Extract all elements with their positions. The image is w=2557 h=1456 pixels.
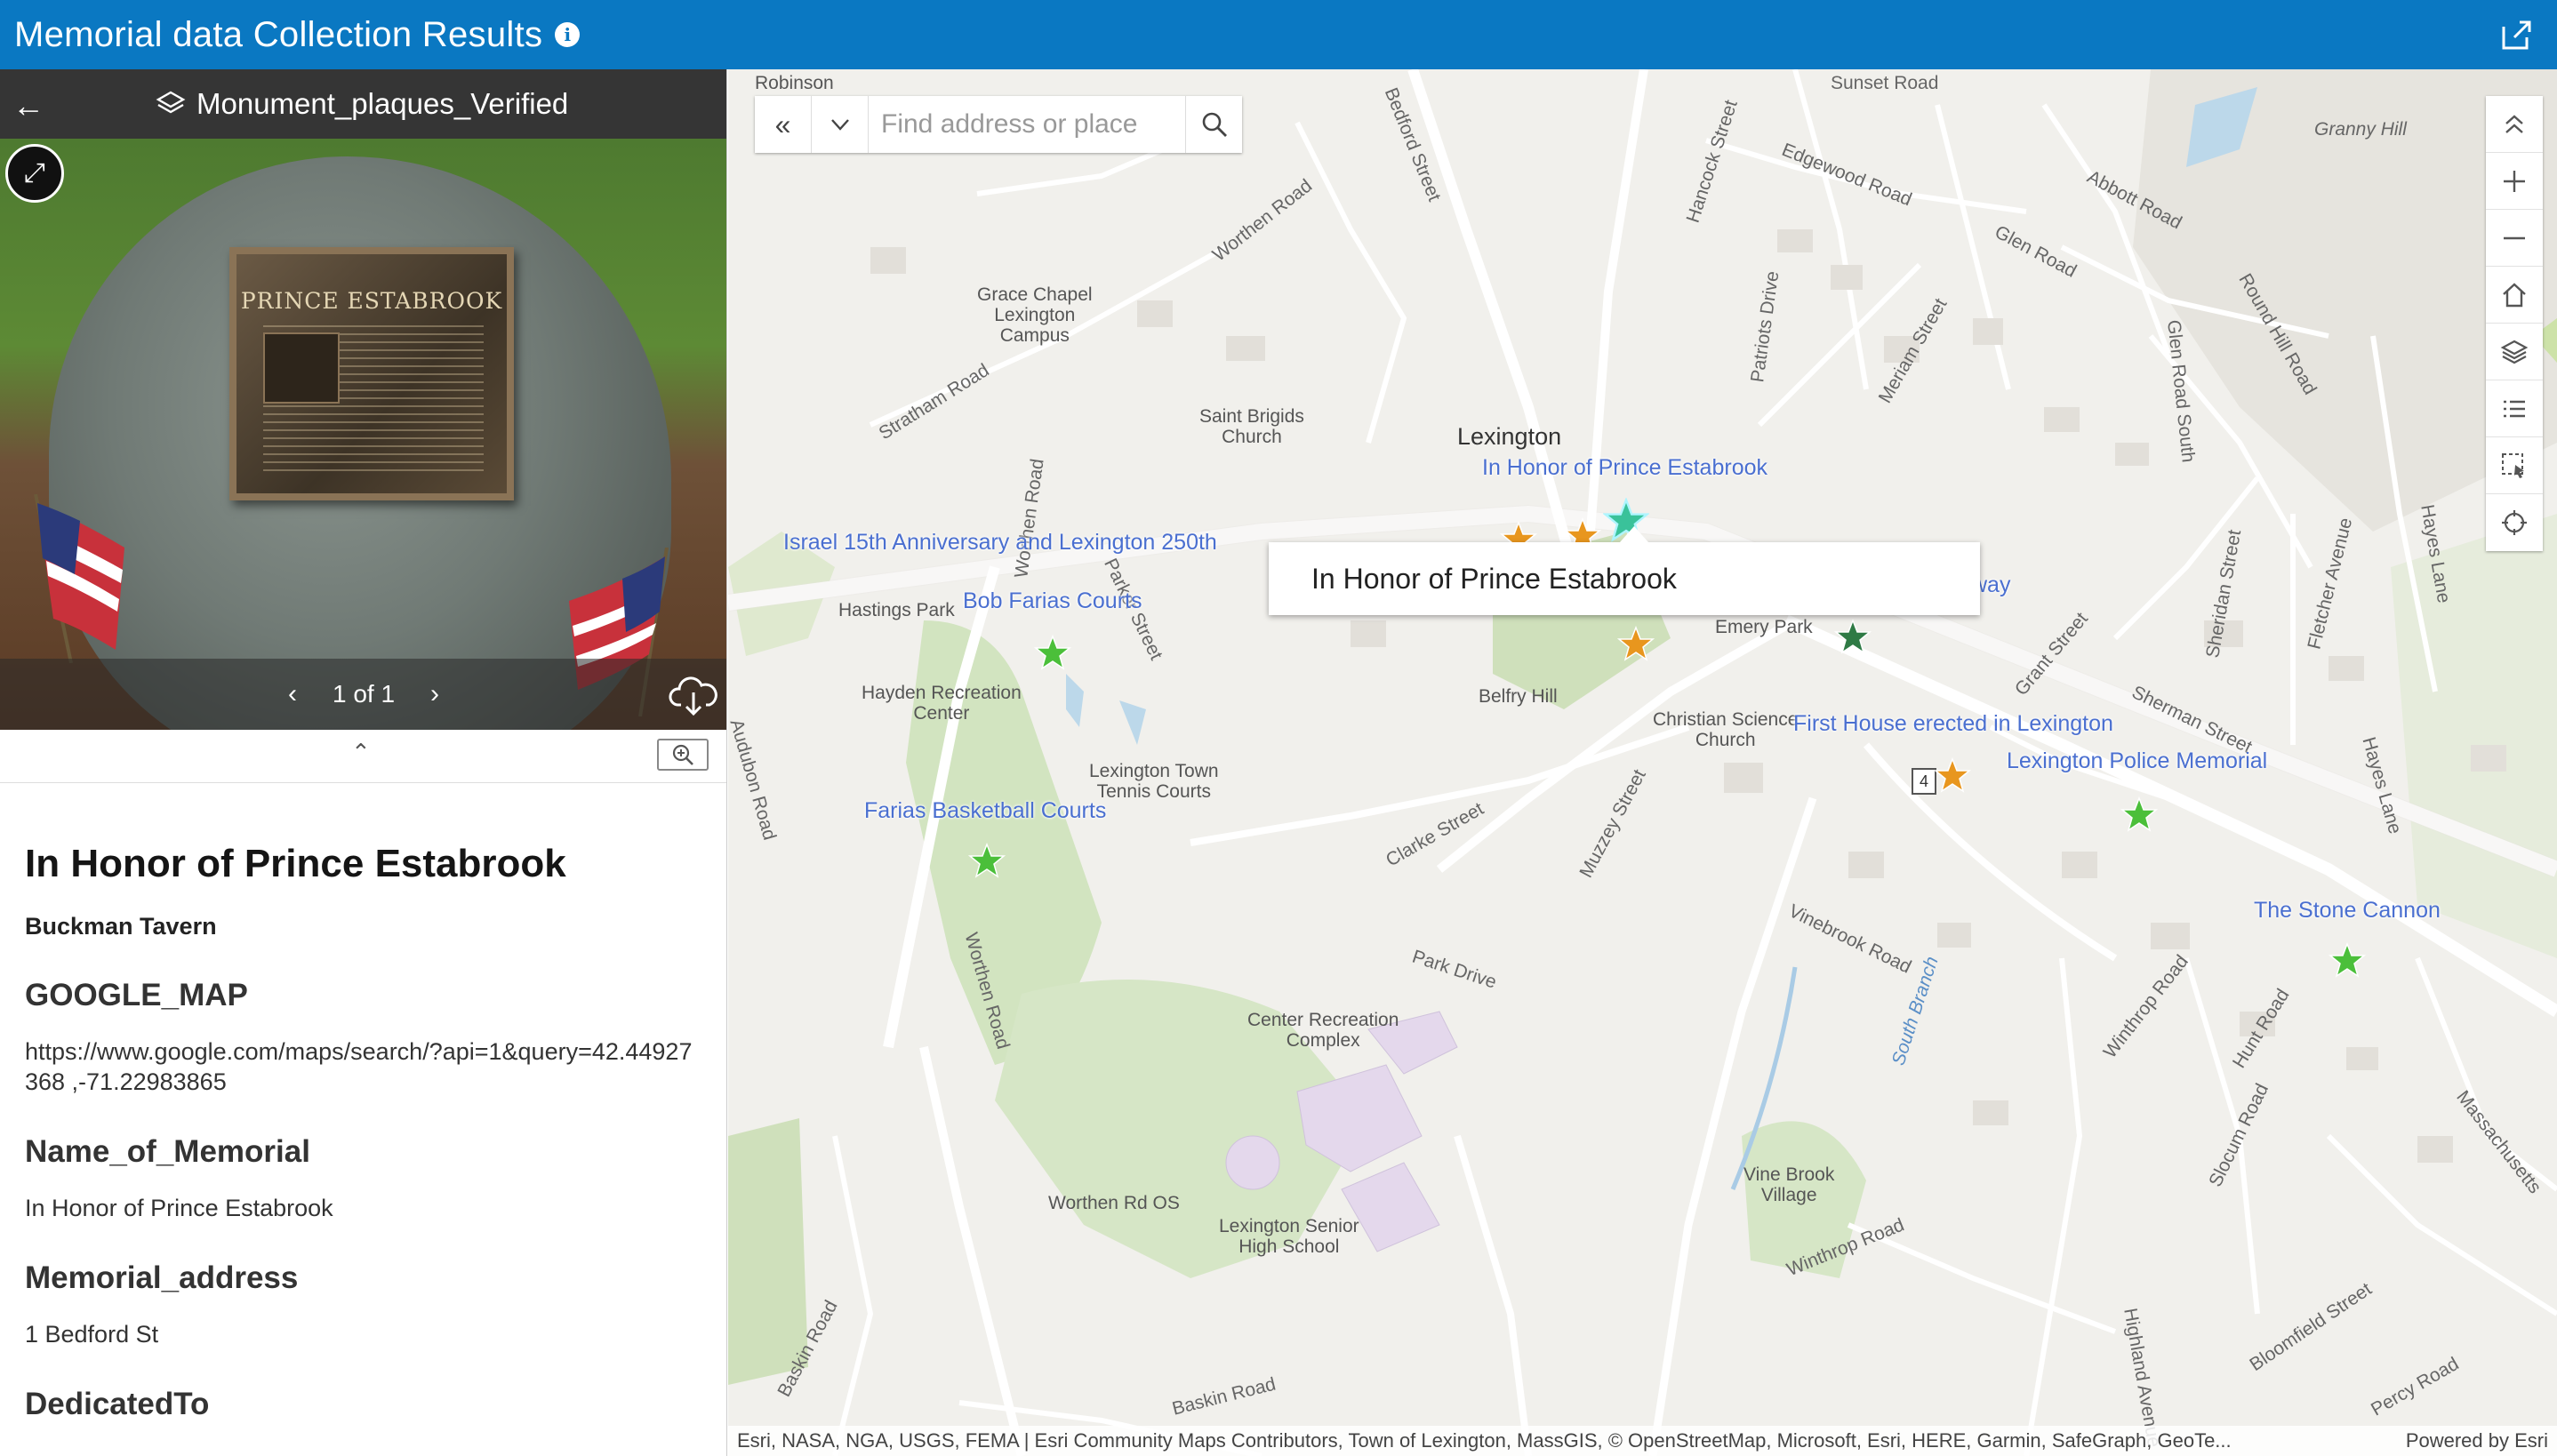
- details-toolbar: ⌃: [0, 730, 726, 783]
- poi-label-farias-basketball[interactable]: Farias Basketball Courts: [864, 798, 1106, 824]
- map-marker-star-green[interactable]: [2329, 942, 2366, 980]
- double-chevron-up-icon: [2505, 114, 2523, 133]
- minus-icon: [2504, 236, 2525, 239]
- map-marker-star-green[interactable]: [2120, 796, 2158, 834]
- layer-name: Monument_plaques_Verified: [196, 87, 569, 120]
- poi-label-israel-anniversary[interactable]: Israel 15th Anniversary and Lexington 25…: [783, 530, 1217, 556]
- popup-title: In Honor of Prince Estabrook: [1311, 562, 1677, 595]
- popup-pointer: [1620, 526, 1648, 542]
- field-label-google-map: GOOGLE_MAP: [25, 978, 248, 1012]
- map-marker-star-dark-green[interactable]: [1834, 619, 1872, 656]
- feature-subtitle: Buckman Tavern: [25, 913, 217, 940]
- map-popup[interactable]: In Honor of Prince Estabrook: [1269, 526, 1980, 615]
- place-label-saint-brigids: Saint Brigids Church: [1199, 406, 1304, 447]
- collapse-tools-button[interactable]: [2486, 96, 2543, 153]
- place-label-hastings-park: Hastings Park: [838, 600, 955, 620]
- attachment-pager: ‹ 1 of 1 ›: [0, 659, 726, 730]
- attribution-text: Esri, NASA, NGA, USGS, FEMA | Esri Commu…: [737, 1429, 2232, 1452]
- place-label-vine-brook: Vine Brook Village: [1743, 1164, 1835, 1205]
- place-label-grace-chapel: Grace Chapel Lexington Campus: [977, 284, 1093, 346]
- zoom-to-button[interactable]: [657, 739, 709, 771]
- place-label-emery-park: Emery Park: [1715, 617, 1813, 637]
- zoom-to-icon: [672, 744, 693, 765]
- map-tools: [2486, 96, 2543, 551]
- app-title: Memorial data Collection Results: [14, 14, 543, 54]
- search-input[interactable]: [869, 96, 1185, 153]
- layers-icon: [156, 91, 186, 114]
- download-cloud-icon[interactable]: [669, 673, 718, 717]
- place-label-robinson: Robinson: [755, 73, 834, 93]
- layer-title: Monument_plaques_Verified: [156, 87, 568, 121]
- share-icon[interactable]: [2497, 16, 2534, 53]
- field-label-dedicated-to: DedicatedTo: [25, 1387, 210, 1421]
- crosshair-icon: [2502, 510, 2527, 535]
- panel-header: ← Monument_plaques_Verified: [0, 69, 726, 139]
- layers-button[interactable]: [2486, 324, 2543, 380]
- legend-button[interactable]: [2486, 380, 2543, 437]
- basemap: [728, 69, 2557, 1456]
- collapse-chevron-icon[interactable]: ⌃: [351, 739, 371, 766]
- town-label-lexington: Lexington: [1457, 423, 1562, 450]
- place-label-center-recreation: Center Recreation Complex: [1247, 1010, 1399, 1051]
- street-label-sunset: Sunset Road: [1831, 73, 1939, 93]
- search-button[interactable]: [1185, 96, 1242, 153]
- poi-label-bob-farias[interactable]: Bob Farias Courts: [963, 588, 1142, 614]
- poi-label-prince-estabrook[interactable]: In Honor of Prince Estabrook: [1482, 455, 1767, 481]
- place-label-hayden-recreation: Hayden Recreation Center: [862, 683, 1022, 724]
- select-button[interactable]: [2486, 437, 2543, 494]
- pager-count: 1 of 1: [332, 680, 396, 708]
- place-label-worthen-rd-os: Worthen Rd OS: [1048, 1193, 1180, 1213]
- search-icon: [1202, 112, 1227, 137]
- plus-icon: [2504, 170, 2525, 192]
- collapse-panel-button[interactable]: «: [755, 96, 812, 153]
- bronze-plaque: PRINCE ESTABROOK: [229, 247, 514, 500]
- poi-label-police-memorial[interactable]: Lexington Police Memorial: [2007, 748, 2267, 774]
- home-button[interactable]: [2486, 267, 2543, 324]
- map-marker-star-orange[interactable]: [1617, 626, 1655, 663]
- expand-icon[interactable]: ⤢: [5, 144, 64, 203]
- info-icon[interactable]: i: [555, 22, 581, 47]
- poi-label-first-house[interactable]: First House erected in Lexington: [1793, 711, 2113, 737]
- locate-button[interactable]: [2486, 494, 2543, 551]
- field-label-memorial-address: Memorial_address: [25, 1260, 299, 1295]
- previous-attachment-button[interactable]: ‹: [288, 679, 297, 709]
- next-attachment-button[interactable]: ›: [430, 679, 439, 709]
- zoom-out-button[interactable]: [2486, 210, 2543, 267]
- home-icon: [2503, 282, 2526, 307]
- plaque-title: PRINCE ESTABROOK: [240, 288, 503, 314]
- feature-title: In Honor of Prince Estabrook: [25, 842, 566, 885]
- powered-by-esri[interactable]: Powered by Esri: [2406, 1429, 2548, 1452]
- field-value-name-of-memorial: In Honor of Prince Estabrook: [25, 1195, 333, 1221]
- map-marker-star-green[interactable]: [1034, 635, 1071, 672]
- feature-photo: PRINCE ESTABROOK ⤢ ‹ 1 of 1 ›: [0, 139, 726, 730]
- map-marker-star-green[interactable]: [968, 843, 1006, 880]
- field-value-memorial-address: 1 Bedford St: [25, 1321, 159, 1348]
- map-attribution: Esri, NASA, NGA, USGS, FEMA | Esri Commu…: [728, 1426, 2557, 1456]
- list-icon: [2504, 400, 2525, 417]
- field-value-google-map[interactable]: https://www.google.com/maps/search/?api=…: [25, 1036, 701, 1097]
- map-search-bar: «: [755, 96, 1242, 153]
- search-source-dropdown[interactable]: [812, 96, 869, 153]
- feature-panel: ← Monument_plaques_Verified PRINCE ESTAB…: [0, 69, 727, 1456]
- field-label-name-of-memorial: Name_of_Memorial: [25, 1134, 310, 1169]
- american-flag-left: [34, 494, 124, 663]
- zoom-in-button[interactable]: [2486, 153, 2543, 210]
- plaque-relief: [263, 332, 340, 404]
- place-label-granny-hill: Granny Hill: [2314, 119, 2407, 140]
- map-view[interactable]: Robinson Granny Hill Grace Chapel Lexing…: [728, 69, 2557, 1456]
- layers-icon: [2500, 340, 2529, 364]
- chevron-down-icon: [830, 119, 849, 131]
- place-label-belfry-hill: Belfry Hill: [1479, 686, 1558, 707]
- route-4-shield: 4: [1912, 768, 1936, 795]
- place-label-christian-science: Christian Science Church: [1653, 709, 1799, 750]
- feature-details: In Honor of Prince Estabrook Buckman Tav…: [0, 842, 726, 1422]
- app-header: Memorial data Collection Results i: [0, 0, 2557, 69]
- back-arrow-icon[interactable]: ←: [12, 87, 44, 124]
- selection-box-icon: [2502, 452, 2524, 478]
- place-label-high-school: Lexington Senior High School: [1219, 1216, 1359, 1257]
- place-label-tennis-courts: Lexington Town Tennis Courts: [1089, 761, 1219, 802]
- poi-label-stone-cannon[interactable]: The Stone Cannon: [2254, 898, 2441, 924]
- map-marker-star-orange[interactable]: [1934, 757, 1971, 795]
